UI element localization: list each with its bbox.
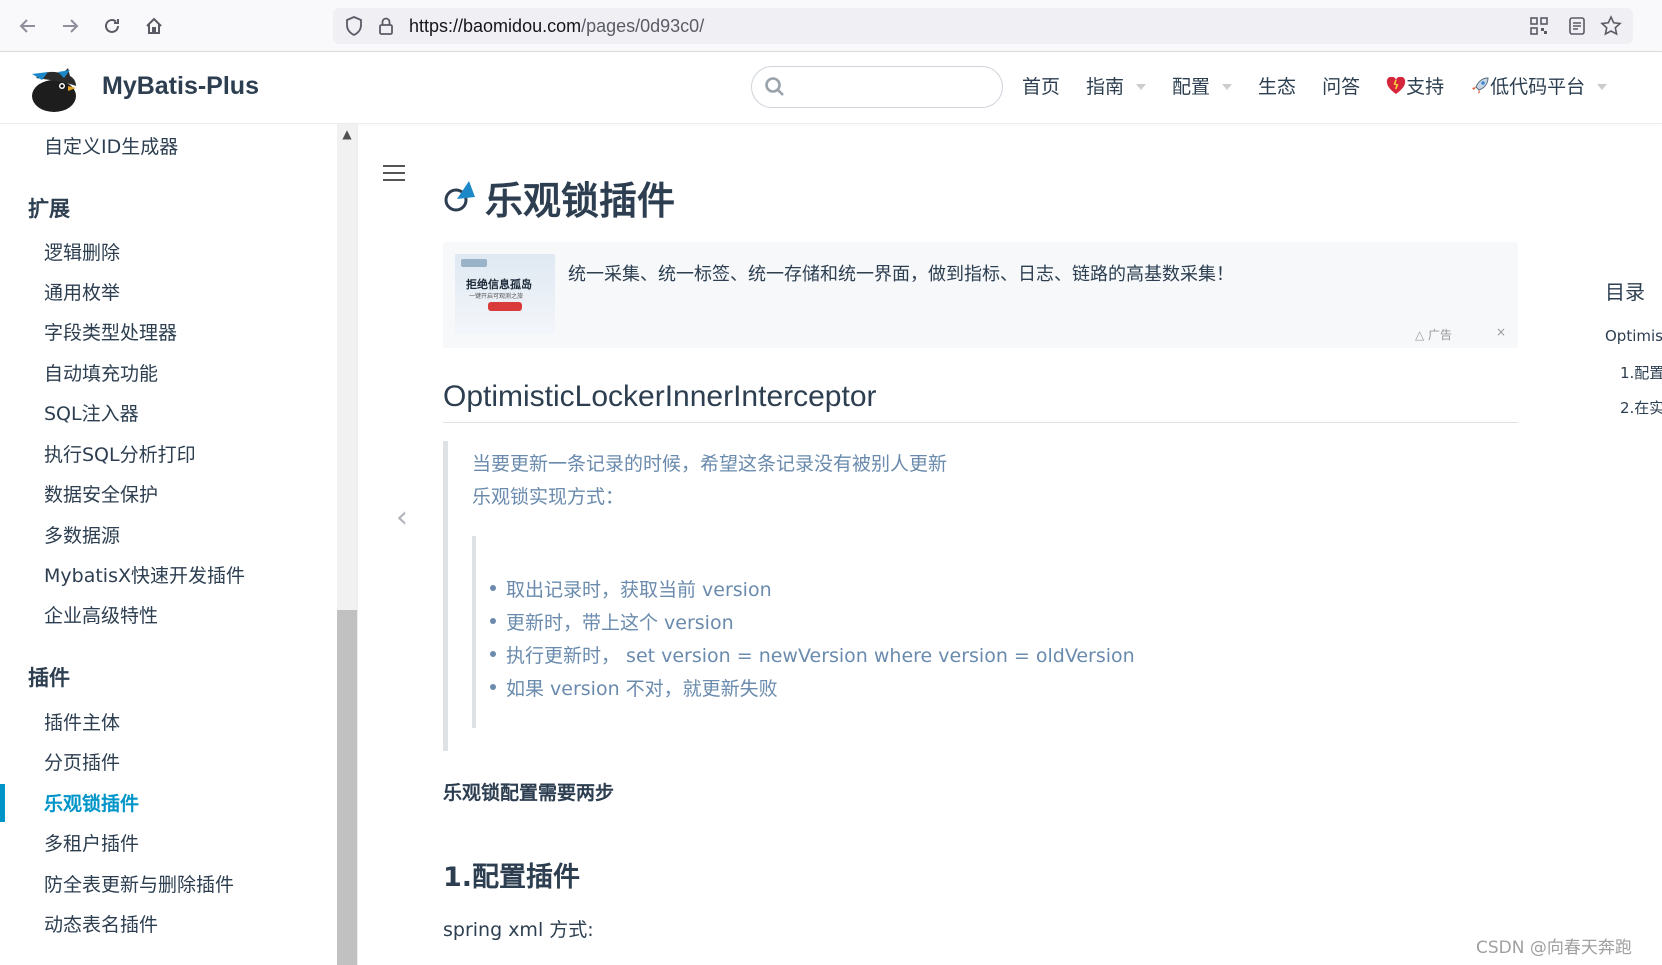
sidebar-item-multi-datasource[interactable]: 多数据源 xyxy=(44,521,120,548)
lock-icon[interactable] xyxy=(375,15,397,37)
sidebar-item-logic-delete[interactable]: 逻辑删除 xyxy=(44,238,120,265)
address-bar[interactable]: https://baomidou.com/pages/0d93c0/ xyxy=(333,8,1633,44)
nav-label: 低代码平台 xyxy=(1490,76,1586,98)
heading-divider xyxy=(443,422,1518,423)
quote-line-1: 当要更新一条记录的时候，希望这条记录没有被别人更新 xyxy=(472,453,948,475)
sidebar-item-custom-id-generator[interactable]: 自定义ID生成器 xyxy=(44,132,178,159)
quote-line-2: 乐观锁实现方式： xyxy=(472,486,625,508)
sidebar-item-mybatisx[interactable]: MybatisX快速开发插件 xyxy=(44,561,245,588)
scrollbar-thumb[interactable] xyxy=(337,610,357,965)
shield-icon[interactable] xyxy=(343,15,365,37)
active-indicator xyxy=(0,784,5,822)
back-icon[interactable] xyxy=(14,12,42,40)
site-name[interactable]: MyBatis-Plus xyxy=(102,72,259,101)
scroll-up-arrow-icon[interactable]: ▲ xyxy=(337,124,357,144)
home-icon[interactable] xyxy=(140,12,168,40)
pin-icon xyxy=(443,177,479,213)
list-item: 执行更新时， set version = newVersion where ve… xyxy=(490,641,1135,668)
nav-config[interactable]: 配置 xyxy=(1172,72,1233,99)
sidebar-item-sql-injector[interactable]: SQL注入器 xyxy=(44,399,139,426)
step-heading: 1.配置插件 xyxy=(443,862,581,893)
prev-page-chevron-icon[interactable]: ‹ xyxy=(396,500,408,535)
dropdown-caret-icon xyxy=(1222,83,1233,90)
reload-icon[interactable] xyxy=(98,12,126,40)
toc-item[interactable]: 2.在实 xyxy=(1620,397,1662,418)
sidebar-item-pagination[interactable]: 分页插件 xyxy=(44,748,120,775)
sidebar-item-enterprise[interactable]: 企业高级特性 xyxy=(44,601,158,628)
sidebar-item-optimistic-lock[interactable]: 乐观锁插件 xyxy=(44,789,139,816)
search-input[interactable] xyxy=(751,66,1003,108)
sidebar-item-data-security[interactable]: 数据安全保护 xyxy=(44,480,158,507)
sidebar-group-plugins[interactable]: 插件 xyxy=(28,662,70,692)
csdn-watermark: CSDN @向春天奔跑 xyxy=(1476,938,1632,958)
nav-faq[interactable]: 问答 xyxy=(1322,72,1360,99)
sidebar-item-enum[interactable]: 通用枚举 xyxy=(44,278,120,305)
site-header: MyBatis-Plus 首页 指南 配置 生态 问答 支持 低代码平台 xyxy=(0,52,1662,124)
toc-item[interactable]: Optimis xyxy=(1605,327,1662,345)
sidebar-item-block-attack[interactable]: 防全表更新与删除插件 xyxy=(44,870,234,897)
ad-image[interactable]: 拒绝信息孤岛 一键开启可观测之旅 xyxy=(455,254,555,334)
nav-support[interactable]: 支持 xyxy=(1386,72,1444,99)
nav-lowcode[interactable]: 低代码平台 xyxy=(1470,72,1608,99)
ad-image-headline: 拒绝信息孤岛 xyxy=(466,278,532,291)
inner-blockquote: 取出记录时，获取当前 version 更新时，带上这个 version 执行更新… xyxy=(472,536,1472,728)
url-path: /pages/0d93c0/ xyxy=(581,15,705,36)
dropdown-caret-icon xyxy=(1136,83,1147,90)
reader-view-icon[interactable] xyxy=(1565,14,1589,38)
sidebar-item-sql-analysis[interactable]: 执行SQL分析打印 xyxy=(44,440,196,467)
sidebar-item-multi-tenant[interactable]: 多租户插件 xyxy=(44,829,139,856)
paragraph: spring xml 方式: xyxy=(443,919,594,941)
ad-label: △ 广告 xyxy=(1414,328,1452,342)
ad-banner[interactable]: 拒绝信息孤岛 一键开启可观测之旅 统一采集、统一标签、统一存储和统一界面，做到指… xyxy=(443,242,1518,348)
nav-label: 配置 xyxy=(1172,76,1211,98)
url-text: https://baomidou.com/pages/0d93c0/ xyxy=(409,16,704,37)
toc-item[interactable]: 1.配置 xyxy=(1620,362,1662,383)
browser-toolbar: https://baomidou.com/pages/0d93c0/ xyxy=(0,0,1662,52)
bookmark-star-icon[interactable] xyxy=(1599,14,1623,38)
list-item: 更新时，带上这个 version xyxy=(490,608,734,635)
url-host: https://baomidou.com xyxy=(409,15,582,36)
ad-image-button xyxy=(488,302,522,311)
dropdown-caret-icon xyxy=(1597,83,1608,90)
nav-label: 支持 xyxy=(1406,76,1445,98)
forward-icon[interactable] xyxy=(56,12,84,40)
nav-label: 指南 xyxy=(1086,76,1125,98)
nav-home[interactable]: 首页 xyxy=(1022,72,1060,99)
list-item: 取出记录时，获取当前 version xyxy=(490,575,772,602)
list-item: 如果 version 不对，就更新失败 xyxy=(490,674,778,701)
qr-code-icon[interactable] xyxy=(1527,14,1551,38)
blockquote: 当要更新一条记录的时候，希望这条记录没有被别人更新 乐观锁实现方式： 取出记录时… xyxy=(443,441,1518,751)
mybatis-bird-logo-icon[interactable] xyxy=(28,64,80,114)
heart-icon xyxy=(1386,76,1406,94)
toc-title: 目录 xyxy=(1605,280,1645,304)
sidebar-item-auto-fill[interactable]: 自动填充功能 xyxy=(44,359,158,386)
sidebar-toggle-icon[interactable] xyxy=(383,165,405,183)
nav-label: 首页 xyxy=(1022,76,1061,98)
page-title: 乐观锁插件 xyxy=(485,179,676,223)
ad-close-icon[interactable]: × xyxy=(1496,325,1506,339)
sidebar-group-extension[interactable]: 扩展 xyxy=(28,193,70,223)
nav-label: 问答 xyxy=(1322,76,1361,98)
rocket-icon xyxy=(1472,76,1489,94)
nav-guide[interactable]: 指南 xyxy=(1086,72,1147,99)
top-nav: 首页 指南 配置 生态 问答 支持 低代码平台 xyxy=(1022,72,1633,99)
nav-ecosystem[interactable]: 生态 xyxy=(1258,72,1296,99)
ad-image-subline: 一键开启可观测之旅 xyxy=(469,293,524,300)
search-icon xyxy=(765,77,784,96)
ad-label-text: 广告 xyxy=(1427,328,1452,342)
ad-text[interactable]: 统一采集、统一标签、统一存储和统一界面，做到指标、日志、链路的高基数采集！ xyxy=(568,260,1234,286)
steps-note: 乐观锁配置需要两步 xyxy=(443,782,615,804)
sidebar-item-plugin-core[interactable]: 插件主体 xyxy=(44,708,120,735)
sidebar-item-type-handler[interactable]: 字段类型处理器 xyxy=(44,318,177,345)
section-heading: OptimisticLockerInnerInterceptor xyxy=(443,380,877,413)
sidebar-item-dynamic-table[interactable]: 动态表名插件 xyxy=(44,910,158,937)
nav-label: 生态 xyxy=(1258,76,1297,98)
